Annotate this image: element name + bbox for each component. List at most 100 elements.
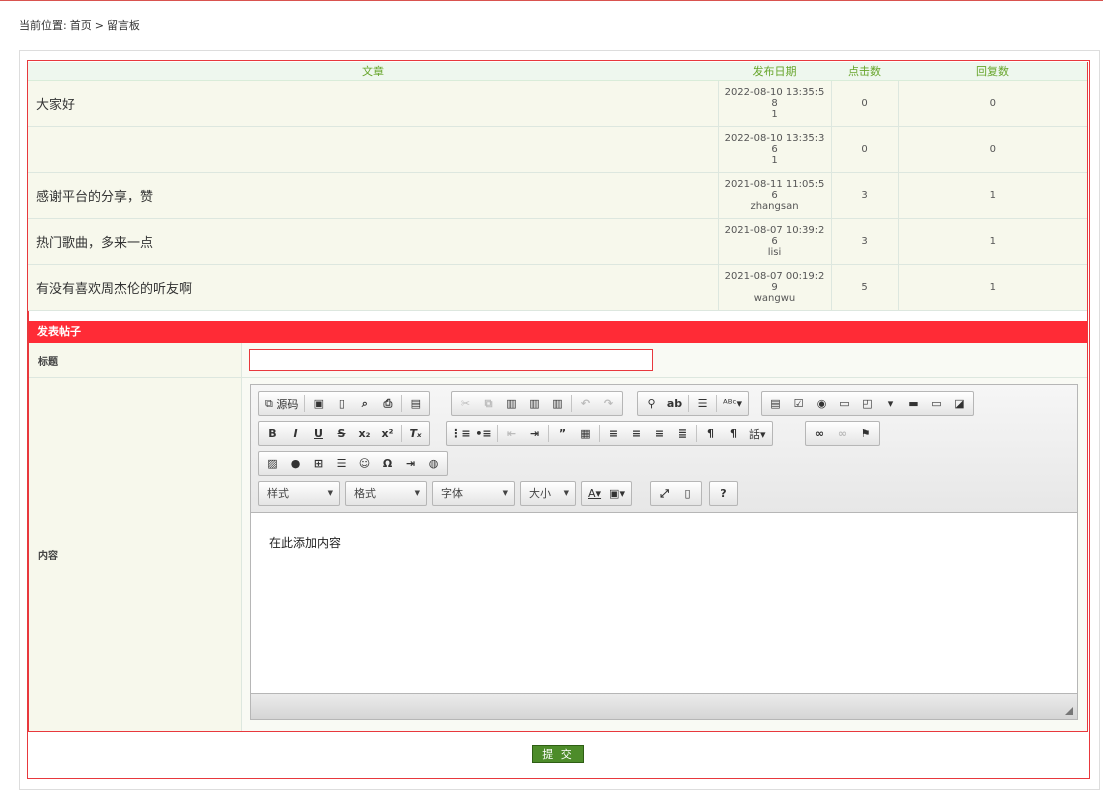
style-dropdown[interactable]: 样式 ▼ bbox=[258, 481, 340, 506]
remove-format-icon[interactable]: Tₓ bbox=[404, 423, 427, 444]
radio-icon[interactable]: ◉ bbox=[810, 393, 833, 414]
form-icon[interactable]: ▤ bbox=[764, 393, 787, 414]
paste-word-icon[interactable]: ▥ bbox=[546, 393, 569, 414]
preview-icon[interactable]: ⌕ bbox=[353, 393, 376, 414]
page-break-icon[interactable]: ⇥ bbox=[399, 453, 422, 474]
chevron-down-icon: ▼ bbox=[502, 489, 508, 497]
replace-icon[interactable]: ab bbox=[663, 393, 686, 414]
find-icon[interactable]: ⚲ bbox=[640, 393, 663, 414]
numbered-list-icon[interactable]: ⋮≡ bbox=[449, 423, 472, 444]
unlink-icon[interactable]: ∞ bbox=[831, 423, 854, 444]
align-right-icon[interactable]: ≡ bbox=[648, 423, 671, 444]
font-dropdown-label: 字体 bbox=[441, 487, 463, 500]
create-div-icon[interactable]: ▦ bbox=[574, 423, 597, 444]
language-icon[interactable]: 話▾ bbox=[745, 423, 770, 444]
editor-content-area[interactable]: 在此添加内容 bbox=[251, 514, 1077, 692]
toolbar-separator bbox=[696, 425, 697, 442]
image-button-icon[interactable]: ▭ bbox=[925, 393, 948, 414]
underline-icon[interactable]: U bbox=[307, 423, 330, 444]
source-button[interactable]: ⧉ 源码 bbox=[261, 393, 302, 414]
show-blocks-icon[interactable]: ▯ bbox=[676, 483, 699, 504]
hidden-field-icon[interactable]: ◪ bbox=[948, 393, 971, 414]
help-button[interactable]: ? bbox=[712, 483, 735, 504]
breadcrumb-home-link[interactable]: 首页 bbox=[70, 19, 92, 32]
posts-table: 文章 发布日期 点击数 回复数 大家好 2022-08-10 13:35:5 8 1… bbox=[28, 62, 1087, 311]
table-row[interactable]: 感谢平台的分享，赞 2021-08-11 11:05:5 6 zhangsan 3 … bbox=[28, 172, 1087, 219]
table-icon[interactable]: ⊞ bbox=[307, 453, 330, 474]
column-header-clicks: 点击数 bbox=[831, 62, 898, 81]
select-icon[interactable]: ▾ bbox=[879, 393, 902, 414]
strike-icon[interactable]: S bbox=[330, 423, 353, 444]
anchor-icon[interactable]: ⚑ bbox=[854, 423, 877, 444]
ltr-icon[interactable]: ¶ bbox=[699, 423, 722, 444]
post-title-link[interactable] bbox=[28, 126, 719, 173]
bold-icon[interactable]: B bbox=[261, 423, 284, 444]
undo-icon[interactable]: ↶ bbox=[574, 393, 597, 414]
outdent-icon[interactable]: ⇤ bbox=[500, 423, 523, 444]
table-row[interactable]: 有没有喜欢周杰伦的听友啊 2021-08-07 00:19:2 9 wangwu 5… bbox=[28, 264, 1087, 311]
italic-icon[interactable]: I bbox=[284, 423, 307, 444]
cut-icon[interactable]: ✂ bbox=[454, 393, 477, 414]
subscript-icon[interactable]: x₂ bbox=[353, 423, 376, 444]
spellcheck-icon[interactable]: ᴬᴮᶜ▾ bbox=[719, 393, 746, 414]
table-row[interactable]: 2022-08-10 13:35:3 6 1 0 0 bbox=[28, 126, 1087, 173]
checkbox-icon[interactable]: ☑ bbox=[787, 393, 810, 414]
indent-icon[interactable]: ⇥ bbox=[523, 423, 546, 444]
iframe-icon[interactable]: ◍ bbox=[422, 453, 445, 474]
post-date: 2022-08-10 13:35:3 bbox=[724, 133, 825, 144]
submit-button[interactable]: 提 交 bbox=[532, 745, 584, 763]
maximize-icon[interactable]: ⤢ bbox=[653, 483, 676, 504]
new-page-icon[interactable]: ▯ bbox=[330, 393, 353, 414]
save-icon[interactable]: ▣ bbox=[307, 393, 330, 414]
post-clicks: 5 bbox=[831, 264, 899, 311]
redo-icon[interactable]: ↷ bbox=[597, 393, 620, 414]
copy-icon[interactable]: ⧉ bbox=[477, 393, 500, 414]
text-color-icon[interactable]: A▾ bbox=[584, 483, 605, 504]
post-title-link[interactable]: 有没有喜欢周杰伦的听友啊 bbox=[28, 264, 719, 311]
rtl-icon[interactable]: ¶ bbox=[722, 423, 745, 444]
chevron-down-icon: ▼ bbox=[414, 489, 420, 497]
post-date-cell: 2022-08-10 13:35:5 8 1 bbox=[718, 80, 832, 127]
toolbar-group-insert: ▨ ● ⊞ ☰ ☺ Ω ⇥ ◍ bbox=[258, 451, 448, 476]
paste-text-icon[interactable]: ▥ bbox=[523, 393, 546, 414]
title-input[interactable] bbox=[249, 349, 653, 371]
font-dropdown[interactable]: 字体 ▼ bbox=[432, 481, 515, 506]
textarea-icon[interactable]: ◰ bbox=[856, 393, 879, 414]
post-replies: 0 bbox=[898, 80, 1087, 127]
link-icon[interactable]: ∞ bbox=[808, 423, 831, 444]
chevron-down-icon: ▼ bbox=[327, 489, 333, 497]
blockquote-icon[interactable]: ” bbox=[551, 423, 574, 444]
select-all-icon[interactable]: ☰ bbox=[691, 393, 714, 414]
smiley-icon[interactable]: ☺ bbox=[353, 453, 376, 474]
textfield-icon[interactable]: ▭ bbox=[833, 393, 856, 414]
top-divider bbox=[0, 0, 1103, 1]
justify-icon[interactable]: ≣ bbox=[671, 423, 694, 444]
templates-icon[interactable]: ▤ bbox=[404, 393, 427, 414]
size-dropdown[interactable]: 大小 ▼ bbox=[520, 481, 576, 506]
table-row[interactable]: 热门歌曲，多来一点 2021-08-07 10:39:2 6 lisi 3 1 bbox=[28, 218, 1087, 265]
toolbar-separator bbox=[548, 425, 549, 442]
image-icon[interactable]: ▨ bbox=[261, 453, 284, 474]
toolbar-group-paragraph: ⋮≡ •≡ ⇤ ⇥ ” ▦ ≡ ≡ ≡ ≣ ¶ ¶ 話▾ bbox=[446, 421, 773, 446]
print-icon[interactable]: ⎙ bbox=[376, 393, 399, 414]
align-left-icon[interactable]: ≡ bbox=[602, 423, 625, 444]
table-row[interactable]: 大家好 2022-08-10 13:35:5 8 1 0 0 bbox=[28, 80, 1087, 127]
flash-icon[interactable]: ● bbox=[284, 453, 307, 474]
breadcrumb: 当前位置: 首页 > 留言板 bbox=[19, 17, 143, 33]
editor-statusbar bbox=[251, 693, 1077, 719]
format-dropdown[interactable]: 格式 ▼ bbox=[345, 481, 427, 506]
special-char-icon[interactable]: Ω bbox=[376, 453, 399, 474]
post-title-link[interactable]: 热门歌曲，多来一点 bbox=[28, 218, 719, 265]
paste-icon[interactable]: ▥ bbox=[500, 393, 523, 414]
post-author: 1 bbox=[771, 109, 778, 120]
horizontal-rule-icon[interactable]: ☰ bbox=[330, 453, 353, 474]
align-center-icon[interactable]: ≡ bbox=[625, 423, 648, 444]
bg-color-icon[interactable]: ▣▾ bbox=[605, 483, 629, 504]
resize-handle-icon[interactable] bbox=[1065, 707, 1073, 715]
post-date-cell: 2021-08-07 00:19:2 9 wangwu bbox=[718, 264, 832, 311]
bulleted-list-icon[interactable]: •≡ bbox=[472, 423, 495, 444]
post-title-link[interactable]: 感谢平台的分享，赞 bbox=[28, 172, 719, 219]
superscript-icon[interactable]: x² bbox=[376, 423, 399, 444]
post-title-link[interactable]: 大家好 bbox=[28, 80, 719, 127]
button-icon[interactable]: ▬ bbox=[902, 393, 925, 414]
